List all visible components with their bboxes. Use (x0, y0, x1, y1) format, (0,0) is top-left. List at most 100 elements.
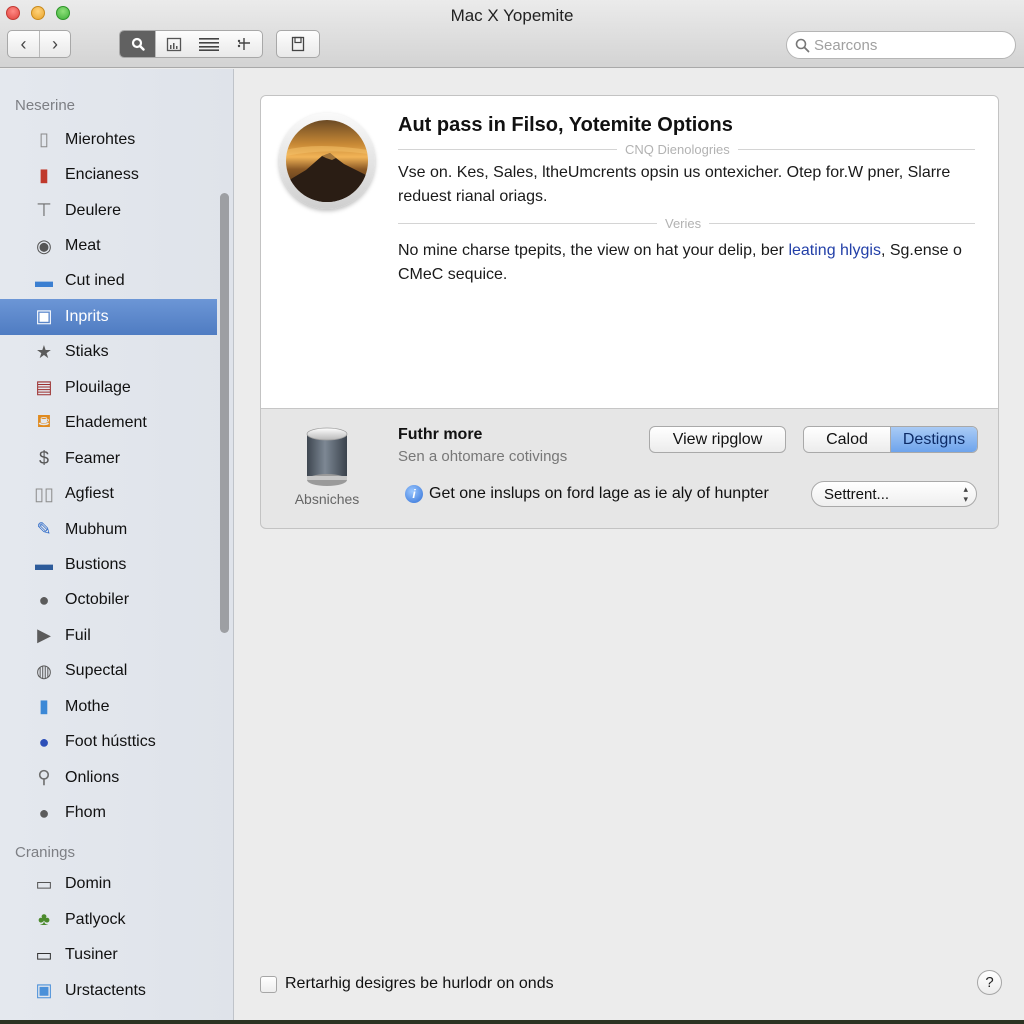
sidebar-item[interactable]: $ Feamer (0, 441, 217, 476)
tablet-icon: ▭ (35, 944, 53, 965)
sidebar-item-label: Mierohtes (65, 130, 136, 148)
sidebar-item[interactable]: ⊤ Deulere (0, 193, 217, 228)
sidebar-item[interactable]: ● Foot hústtics (0, 724, 217, 759)
sidebar-item[interactable]: ◍ Supectal (0, 654, 217, 689)
calendar-icon: ▤ (35, 377, 53, 398)
sidebar-item[interactable]: ▬ Bustions (0, 547, 217, 582)
branch-icon (238, 38, 251, 50)
sidebar-item[interactable]: ⚲ Onlions (0, 760, 217, 795)
section-divider: CNQ Dienologries (398, 141, 975, 157)
database-label: Absniches (294, 491, 360, 507)
dollar-icon: $ (38, 448, 49, 469)
sidebar-item[interactable]: ● Fhom (0, 795, 217, 830)
magnifier-icon (795, 38, 810, 52)
segment-calod[interactable]: Calod (804, 427, 891, 452)
yosemite-app-icon (279, 113, 375, 209)
sidebar-item-label: Cut ined (65, 272, 125, 290)
view-list-button[interactable] (191, 31, 226, 57)
phone-icon: ▮ (39, 696, 49, 717)
monitor-icon: ▭ (35, 873, 53, 894)
jar-icon: ⛾ (36, 411, 52, 432)
sidebar-item-label: Deulere (65, 201, 122, 219)
book-icon: ▯▯ (34, 483, 54, 504)
plant-icon: ♣ (38, 909, 50, 930)
sidebar-item[interactable]: ★ Stiaks (0, 335, 217, 370)
info-button[interactable] (277, 31, 319, 57)
details-link[interactable]: leating hlygis (788, 242, 881, 259)
globe-icon: ● (38, 731, 50, 752)
sidebar-item-label: Supectal (65, 662, 128, 680)
presentation-icon: ▣ (35, 980, 53, 1001)
sidebar-item-label: Meat (65, 237, 101, 255)
person-icon: ● (38, 802, 50, 823)
screen-icon: ▬ (35, 554, 53, 575)
window-icon: ▣ (35, 306, 53, 327)
sidebar-item-label: Agfiest (65, 485, 114, 503)
sidebar-item-label: Inprits (65, 307, 109, 325)
divider-label: CNQ Dienologries (625, 141, 730, 157)
list-icon (198, 38, 219, 51)
options-description-area: Aut pass in Filso, Yotemite Options CNQ … (261, 96, 998, 409)
sidebar-item[interactable]: ▶ Fuil (0, 618, 217, 653)
view-chart-button[interactable] (155, 31, 191, 57)
sidebar-item[interactable]: ▣ Urstactents (0, 973, 217, 1008)
sidebar-item-label: Ehadement (65, 414, 147, 432)
view-search-button[interactable] (120, 31, 156, 57)
search-input[interactable] (814, 36, 1004, 54)
app-window: Mac X Yopemite ‹ › Searcons Neserine ▯ M… (0, 0, 1024, 1020)
sidebar-item-label: Bustions (65, 555, 127, 573)
sidebar-item[interactable]: ♣ Patlyock (0, 902, 217, 937)
panel-title: Aut pass in Filso, Yotemite Options (398, 114, 733, 136)
footer-checkbox-row: Rertarhig desigres be hurlodr on onds (260, 975, 554, 993)
sidebar-item[interactable]: ◉ Meat (0, 228, 217, 263)
lock-circle-icon: ◉ (36, 235, 52, 256)
settings-popup-button[interactable]: Settrent... ▴ ▾ (811, 481, 977, 507)
sidebar-item[interactable]: ▮ Encianess (0, 157, 217, 192)
sidebar-item-label: Tusiner (65, 946, 118, 964)
database-icon (306, 427, 348, 486)
pin-icon: ⚲ (37, 767, 51, 788)
search-field[interactable] (786, 31, 1016, 59)
sidebar-item-label: Patlyock (65, 910, 126, 928)
further-title: Futhr more (398, 426, 483, 443)
sidebar-item[interactable]: ⛾ Ehadement (0, 406, 217, 441)
sidebar-item-label: Fuil (65, 626, 91, 644)
chevron-left-icon: ‹ (20, 33, 27, 54)
sidebar-item[interactable]: ● Octobiler (0, 583, 217, 618)
star-icon: ★ (35, 341, 53, 362)
sidebar-item[interactable]: ▭ Domin (0, 867, 217, 902)
sidebar-scrollbar[interactable] (220, 193, 229, 633)
display-icon: ▬ (35, 270, 53, 291)
stamp-icon: ⊤ (36, 200, 52, 221)
sidebar-item[interactable]: ▯▯ Agfiest (0, 476, 217, 511)
segment-designs[interactable]: Destigns (891, 427, 977, 452)
search-icon (131, 37, 145, 51)
description-paragraph: Vse on. Kes, Sales, ltheUmcrents opsin u… (398, 164, 951, 205)
section-divider: Veries (398, 216, 975, 231)
footer-checkbox[interactable] (260, 975, 277, 993)
sidebar-section-header: Neserine (15, 97, 76, 114)
sidebar-item-label: Feamer (65, 449, 121, 467)
title-bar: Mac X Yopemite ‹ › (0, 0, 1024, 68)
view-button[interactable]: View ripglow (649, 426, 786, 453)
document-icon (291, 36, 305, 52)
sidebar-item[interactable]: ▤ Plouilage (0, 370, 217, 405)
sidebar-item-label: Plouilage (65, 378, 131, 396)
back-button[interactable]: ‹ (8, 31, 39, 57)
sidebar-item[interactable]: ▯ Mierohtes (0, 122, 217, 157)
help-button[interactable]: ? (977, 970, 1002, 995)
sidebar-item[interactable]: ▭ Tusiner (0, 938, 217, 973)
view-columns-button[interactable] (227, 31, 262, 57)
mode-segmented-control: Calod Destigns (803, 426, 978, 453)
further-subtitle: Sen a ohtomare cotivings (398, 448, 568, 465)
details-text: No mine charse tpepits, the view on hat … (398, 242, 789, 259)
info-button-group (276, 30, 320, 58)
sidebar-item[interactable]: ✎ Mubhum (0, 512, 217, 547)
forward-button[interactable]: › (38, 31, 70, 57)
sidebar-item[interactable]: ▣ Inprits (0, 299, 217, 335)
sidebar-item-label: Onlions (65, 768, 120, 786)
play-icon: ▶ (37, 625, 51, 646)
sidebar-item[interactable]: ▬ Cut ined (0, 264, 217, 299)
sidebar-item[interactable]: ▮ Mothe (0, 689, 217, 724)
sidebar-item-label: Foot hústtics (65, 733, 156, 751)
